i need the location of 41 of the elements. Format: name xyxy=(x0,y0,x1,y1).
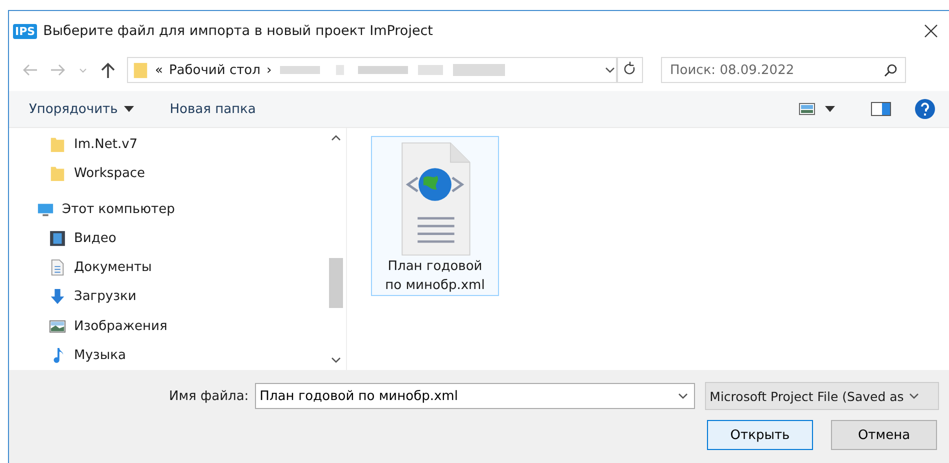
sidebar-item[interactable]: Видео xyxy=(74,230,116,246)
film-icon xyxy=(49,230,66,247)
sidebar-item[interactable]: Документы xyxy=(74,260,152,276)
breadcrumb-separator: › xyxy=(266,62,272,78)
breadcrumb-prefix: « xyxy=(155,62,163,78)
file-name: План годовой по минобр.xml xyxy=(384,258,486,295)
search-icon[interactable] xyxy=(884,63,898,77)
sidebar-item[interactable]: Этот компьютер xyxy=(62,202,175,217)
folder-icon xyxy=(49,136,66,154)
scrollbar-thumb[interactable] xyxy=(329,258,343,308)
file-name-field[interactable]: План годовой по минобр.xml xyxy=(254,383,695,409)
new-folder-button[interactable]: Новая папка xyxy=(170,102,256,116)
preview-pane-icon[interactable] xyxy=(871,102,891,116)
file-type-dropdown[interactable]: Microsoft Project File (Saved as xyxy=(704,382,939,410)
caret-icon[interactable] xyxy=(825,106,835,112)
help-icon[interactable] xyxy=(915,99,935,119)
caret-icon xyxy=(124,106,134,112)
sidebar-item[interactable]: Im.Net.v7 xyxy=(74,137,138,152)
file-item[interactable]: План годовой по минобр.xml xyxy=(371,136,499,296)
breadcrumb[interactable]: Рабочий стол xyxy=(168,62,260,78)
organize-menu-button[interactable]: Упорядочить xyxy=(29,102,134,116)
open-button[interactable]: Открыть xyxy=(707,420,813,450)
picture-icon xyxy=(49,318,66,335)
cancel-button[interactable]: Отмена xyxy=(831,420,937,450)
sidebar-item[interactable]: Изображения xyxy=(74,318,168,334)
search-field[interactable]: Поиск: 08.09.2022 xyxy=(661,57,906,83)
folder-icon xyxy=(49,165,66,182)
close-icon[interactable] xyxy=(923,23,939,39)
sidebar-item[interactable]: Загрузки xyxy=(74,289,136,304)
down-arrow-icon xyxy=(49,288,66,306)
sidebar-item[interactable]: Workspace xyxy=(74,166,146,182)
folder-icon xyxy=(132,62,149,78)
refresh-icon[interactable] xyxy=(617,57,643,83)
view-icon[interactable] xyxy=(799,103,815,115)
address-bar[interactable]: « Рабочий стол › xyxy=(127,57,617,83)
app-icon: IPS xyxy=(13,24,38,38)
file-name-label: Имя файла: xyxy=(169,388,249,404)
sidebar-item[interactable]: Музыка xyxy=(74,348,126,363)
up-arrow-icon[interactable] xyxy=(99,61,117,79)
document-icon xyxy=(49,259,66,276)
window-title: Выберите файл для импорта в новый проект ImProject xyxy=(43,23,434,39)
